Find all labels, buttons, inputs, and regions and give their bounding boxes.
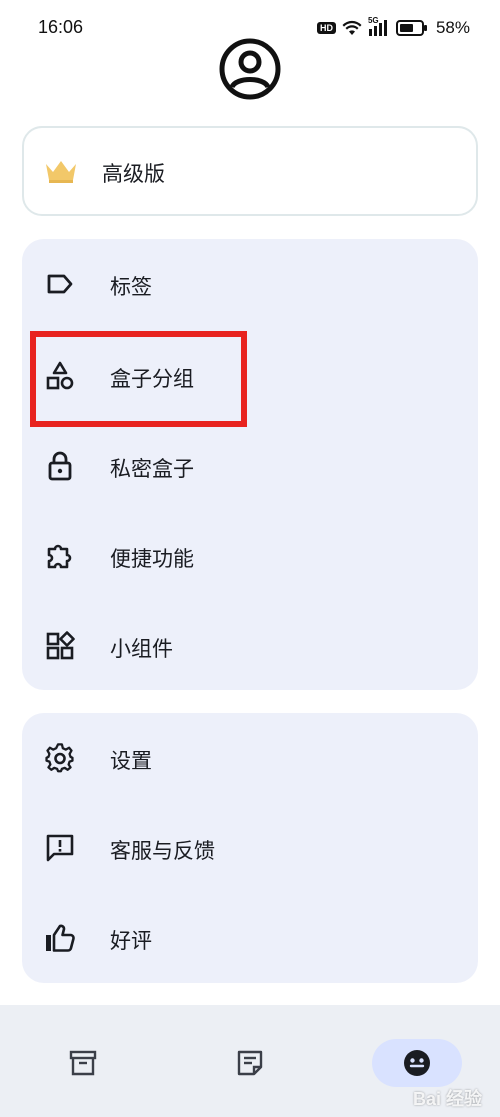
- lock-icon: [42, 448, 78, 484]
- status-time: 16:06: [38, 17, 84, 37]
- menu-item-settings[interactable]: 设置: [22, 713, 478, 803]
- menu-item-private-box[interactable]: 私密盒子: [22, 421, 478, 511]
- label-tag-icon: [42, 266, 78, 302]
- nav-archive[interactable]: [38, 1035, 128, 1091]
- menu-item-widgets[interactable]: 小组件: [22, 601, 478, 691]
- premium-label: 高级版: [102, 162, 165, 186]
- thumb-up-icon: [42, 920, 78, 956]
- hd-badge: HD: [316, 22, 336, 34]
- menu-item-tags[interactable]: 标签: [22, 239, 478, 329]
- menu-label-widgets: 小组件: [110, 637, 173, 661]
- premium-card[interactable]: 高级版: [22, 126, 478, 216]
- sticky-note-icon: [237, 1050, 263, 1076]
- status-icons: HD 5G 58%: [316, 16, 470, 39]
- puzzle-extension-icon: [42, 538, 78, 574]
- widgets-icon: [42, 628, 78, 664]
- feedback-chat-icon: [42, 830, 78, 866]
- gear-icon: [42, 740, 78, 776]
- menu-group-main: 标签 盒子分组 私密盒子 便捷功能 小组件: [22, 239, 478, 690]
- menu-label-private-box: 私密盒子: [110, 457, 194, 481]
- watermark: Bai 经验: [412, 1089, 482, 1109]
- menu-item-rate[interactable]: 好评: [22, 893, 478, 983]
- menu-label-support-feedback: 客服与反馈: [110, 839, 215, 863]
- menu-label-settings: 设置: [110, 749, 152, 773]
- battery-percent: 58%: [435, 18, 470, 37]
- profile-face-icon: [404, 1050, 430, 1076]
- archive-box-icon: [69, 1050, 97, 1076]
- menu-label-tags: 标签: [110, 275, 152, 299]
- signal-bars-icon: [368, 20, 387, 36]
- account-circle-icon: [219, 38, 281, 100]
- menu-item-shortcuts[interactable]: 便捷功能: [22, 511, 478, 601]
- bottom-nav: Bai 经验: [0, 1005, 500, 1117]
- nav-profile-active[interactable]: [372, 1039, 462, 1087]
- wifi-icon: [342, 20, 362, 35]
- menu-label-shortcuts: 便捷功能: [110, 547, 194, 571]
- avatar[interactable]: [213, 34, 287, 104]
- battery-icon: [395, 20, 427, 36]
- crown-icon: [46, 161, 76, 183]
- cell-signal-icon: 5G: [368, 16, 390, 37]
- nav-notes[interactable]: [205, 1035, 295, 1091]
- menu-group-secondary: 设置 客服与反馈 好评: [22, 713, 478, 983]
- menu-label-rate: 好评: [110, 929, 152, 953]
- menu-item-support-feedback[interactable]: 客服与反馈: [22, 803, 478, 893]
- highlight-annotation: [30, 331, 247, 427]
